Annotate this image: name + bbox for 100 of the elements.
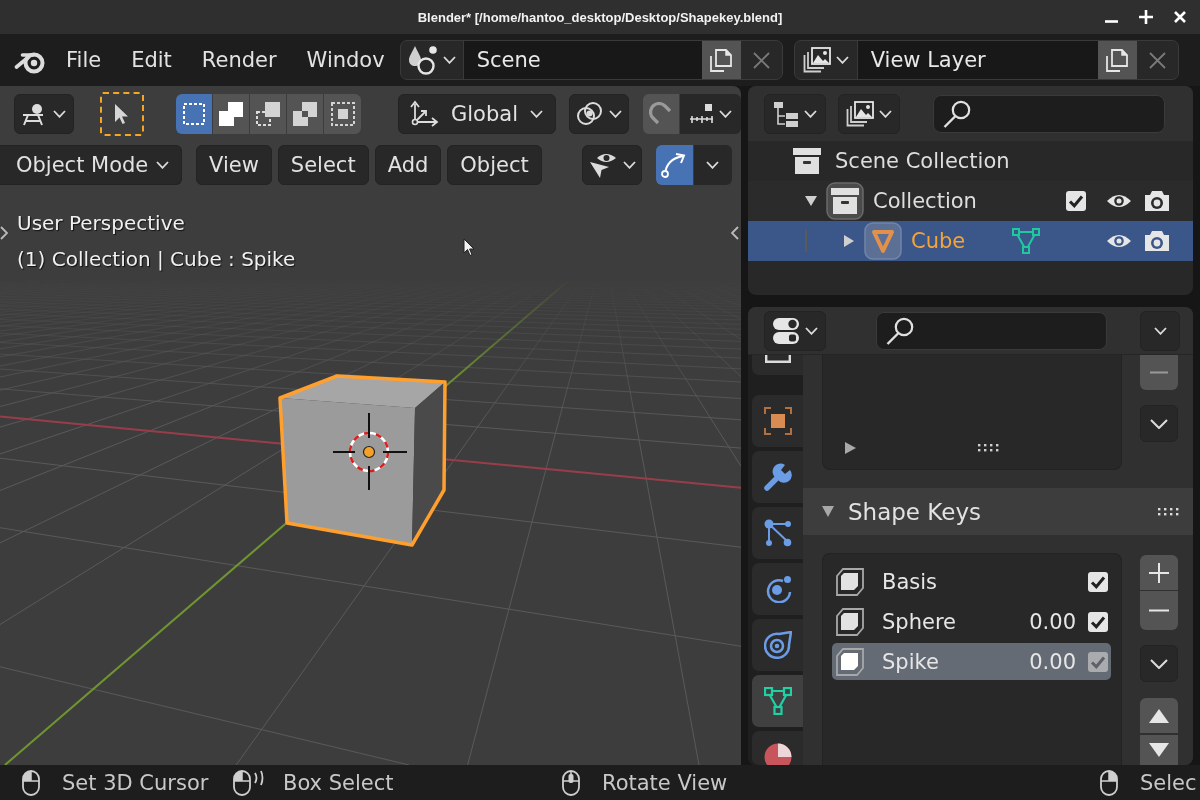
copy-button[interactable] (701, 41, 741, 79)
search-field[interactable] (933, 94, 1165, 133)
ruler-icon (689, 103, 715, 125)
gizmo-toggle[interactable] (655, 145, 694, 185)
properties-tab[interactable] (752, 451, 803, 503)
eye-icon[interactable] (1106, 232, 1132, 250)
chevron-down-icon (835, 56, 849, 64)
select-mode-button[interactable] (250, 94, 287, 134)
eye-icon[interactable] (1106, 192, 1132, 210)
search-field[interactable] (876, 311, 1107, 350)
shape-key-row[interactable]: Spike 0.00 (832, 643, 1111, 680)
remove-button[interactable] (1140, 591, 1178, 630)
copy-icon (709, 48, 734, 72)
minus-icon (1150, 371, 1168, 374)
triangle-right-icon[interactable] (845, 442, 856, 454)
mouse-right-icon (1100, 769, 1118, 796)
menu-button[interactable]: View (196, 145, 272, 185)
checkbox[interactable] (1088, 651, 1108, 672)
move-up-button[interactable] (1140, 698, 1178, 733)
close-icon (752, 51, 770, 69)
mode-dropdown[interactable]: Object Mode (0, 145, 182, 185)
select-mode-button[interactable] (176, 94, 213, 134)
magnet-icon (649, 102, 673, 126)
mouse-drag-icon (233, 769, 265, 796)
chevron-down-icon (804, 109, 817, 118)
display-mode-dropdown[interactable] (764, 93, 826, 134)
value-field[interactable]: 0.00 (1029, 609, 1076, 634)
triangle-up-icon (1149, 708, 1169, 723)
orientation-dropdown[interactable]: Global (398, 94, 556, 134)
mouse-middle-icon (562, 769, 580, 796)
specials-dropdown[interactable] (1140, 405, 1178, 442)
menu-button[interactable]: Select (277, 145, 369, 185)
linked-circles-icon (576, 101, 604, 127)
grip-icon[interactable] (978, 444, 1000, 452)
chevron-down-icon (719, 110, 732, 118)
menu-button[interactable]: Edit (116, 40, 187, 80)
status-hint: Selec (1140, 770, 1197, 795)
properties-tab[interactable] (752, 675, 803, 727)
mouse-left-icon (22, 769, 40, 796)
menu-button[interactable]: Render (186, 40, 292, 80)
triangle-right-icon[interactable] (844, 235, 854, 247)
copy-button[interactable] (1097, 41, 1137, 79)
shape-key-row[interactable]: Basis (832, 563, 1111, 600)
minimize-icon[interactable] (1105, 19, 1118, 23)
object-types-dropdown[interactable] (14, 94, 74, 134)
chevron-left-icon[interactable] (731, 226, 739, 240)
window-title: Blender* [/home/hantoo_desktop/Desktop/Shapekey.blend] (417, 9, 783, 25)
menu-button[interactable]: Object (447, 145, 542, 185)
panel-header[interactable]: Shape Keys (803, 488, 1193, 535)
menu-button[interactable]: Windov (291, 40, 400, 80)
stacked-images-icon (802, 47, 831, 73)
selectability-dropdown[interactable] (581, 145, 642, 185)
select-mode-button[interactable] (287, 94, 324, 134)
triangle-down-icon[interactable] (805, 196, 817, 206)
dashed-overlap-icon (256, 102, 280, 126)
chevron-down-icon (156, 161, 169, 169)
properties-tab[interactable] (752, 619, 803, 671)
properties-tab[interactable] (752, 355, 803, 375)
shape-key-row[interactable]: Sphere 0.00 (832, 603, 1111, 640)
value-field[interactable]: 0.00 (1029, 649, 1076, 674)
menu-button[interactable]: File (51, 40, 117, 80)
move-down-button[interactable] (1140, 735, 1178, 765)
scene-name-field[interactable]: Scene (463, 41, 702, 79)
triangle-down-icon (822, 506, 834, 517)
camera-icon[interactable] (1144, 190, 1170, 212)
checkbox[interactable] (1088, 611, 1108, 632)
chevron-down-icon (530, 110, 543, 118)
camera-icon[interactable] (1144, 230, 1170, 252)
properties-tab[interactable] (752, 395, 803, 447)
search-icon (886, 316, 914, 345)
box-icon (826, 182, 864, 220)
close-icon[interactable] (1174, 11, 1186, 23)
plus-icon (1149, 562, 1169, 583)
checkbox[interactable] (1088, 571, 1108, 592)
stacked-images-icon (846, 100, 874, 127)
view-layer-name-field[interactable]: View Layer (857, 41, 1098, 79)
editor-type-dropdown[interactable] (764, 310, 826, 351)
properties-tab[interactable] (752, 563, 803, 615)
snap-toggle[interactable] (643, 94, 680, 134)
outliner-row[interactable]: Cube (748, 221, 1193, 261)
snap-target-dropdown[interactable] (680, 94, 741, 134)
mesh-triangle-icon (1012, 228, 1041, 254)
select-mode-button[interactable] (324, 94, 361, 134)
menu-button[interactable]: Add (374, 145, 442, 185)
pivot-dropdown[interactable] (569, 94, 629, 134)
checkbox[interactable] (1066, 191, 1086, 211)
specials-dropdown[interactable] (1140, 645, 1178, 682)
options-dropdown[interactable] (1140, 310, 1180, 351)
filter-dropdown[interactable] (838, 93, 900, 134)
add-button[interactable] (1140, 555, 1178, 590)
curve-arrow-icon (661, 152, 688, 178)
status-hint: Set 3D Cursor (62, 770, 209, 795)
chevron-right-icon[interactable] (0, 226, 8, 240)
chevron-down-icon (609, 110, 622, 118)
copy-icon (1105, 48, 1130, 72)
properties-tab[interactable] (752, 731, 803, 765)
properties-tab[interactable] (752, 507, 803, 559)
select-tool-button[interactable] (100, 92, 144, 136)
select-mode-button[interactable] (213, 94, 250, 134)
maximize-icon[interactable] (1139, 10, 1153, 24)
